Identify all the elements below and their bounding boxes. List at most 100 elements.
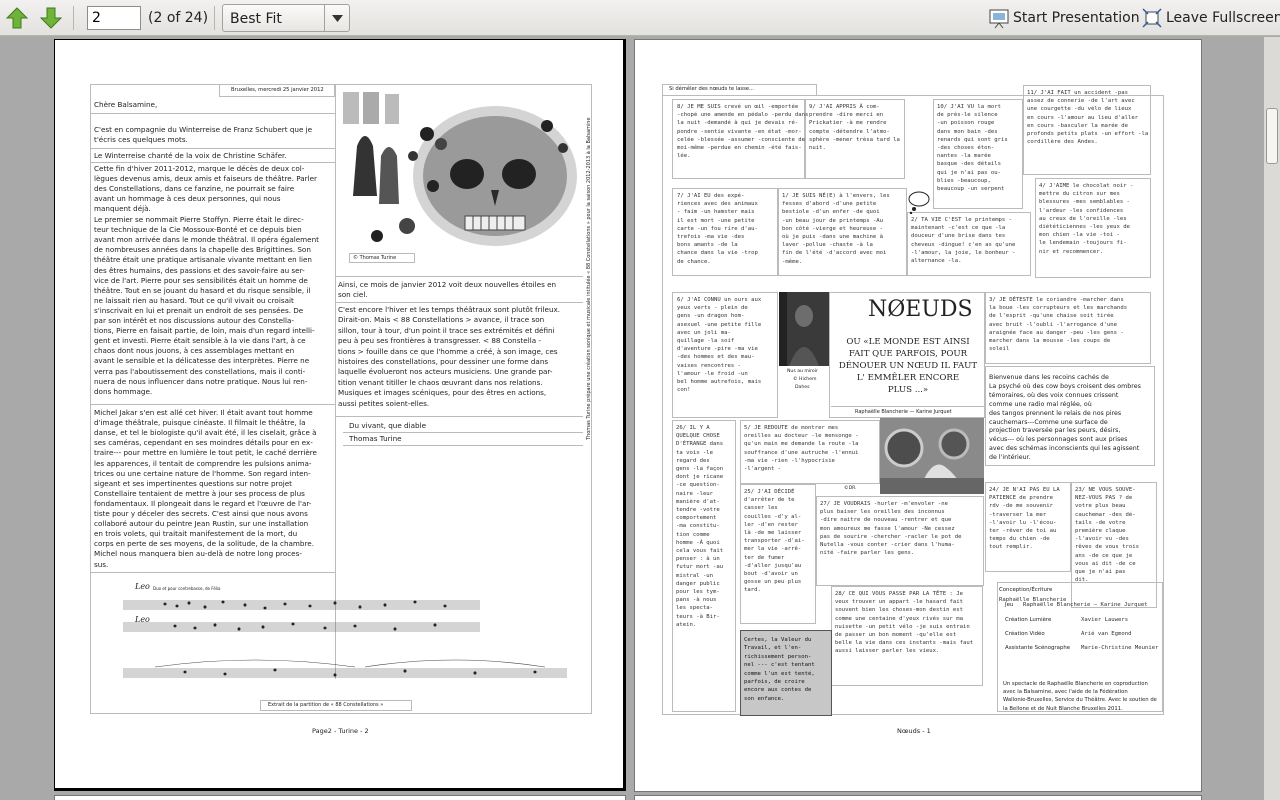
text-line: au creux de l'oreille -les [1039, 215, 1127, 222]
text-line: -chopé une amende en pédalo -perdu dans [677, 112, 809, 119]
leave-fullscreen-button[interactable]: Leave Fullscreen [1141, 5, 1280, 31]
text-line: vous ai dit -de ce [1075, 560, 1136, 567]
text-line: douceur d'une brise dans tes [911, 233, 1006, 240]
zoom-select[interactable]: Best Fit [222, 4, 350, 32]
text-line: ses caméras, cependant en ses moindres d… [94, 438, 313, 448]
text-line: de l'esprit -qu'une chaise soit tirée [989, 313, 1114, 320]
text-line: naire -leur [676, 490, 714, 497]
text-line: QUELQUE CHOSE [676, 433, 720, 440]
text-line: futur mort -au [676, 564, 724, 571]
text-line: d'image théâtrale, puisque cinéaste. Il … [94, 418, 306, 428]
page-footer: Page2 - Turine - 2 [312, 727, 369, 735]
text-line: 28/ CE QUI VOUS PASSE PAR LA TÊTE : Je [835, 591, 963, 597]
text-line: première claque [1075, 528, 1126, 534]
text-line: trices ou une certaine nature de l'homme… [94, 468, 311, 478]
text-line: soleil [989, 346, 1010, 353]
text-line: araignée face au danger -peu -les gens - [989, 329, 1124, 336]
text-line: projection traversée par les peurs, dési… [989, 427, 1121, 435]
text-line: lée. [677, 153, 691, 160]
text-line: C'est encore l'hiver et les temps théâtr… [338, 305, 561, 314]
text-line: richissement person- [744, 653, 812, 660]
paragraph-4-line: son ciel. [338, 290, 368, 299]
text-line: vaises rencontres - [677, 362, 741, 369]
text-line: teurs -à Bir- [676, 613, 720, 620]
text-line: nuit. [809, 145, 826, 151]
text-line: regard des [676, 457, 710, 464]
text-line: tions > fouille dans ce que l'homme a cr… [338, 346, 558, 356]
text-line: carte -un fou rire d'au- [677, 225, 758, 232]
text-line: tion comme [676, 531, 710, 538]
scrollbar-thumb[interactable] [1266, 108, 1278, 164]
text-line: lègues devenus amis, deux amis et faiseu… [94, 174, 317, 184]
text-line: en cours -basculer la marée de [1027, 122, 1129, 129]
go-down-icon[interactable] [38, 6, 64, 30]
text-line: 1/ JE SUIS NÉ(E) à l'envers, les [782, 193, 890, 199]
text-line: couilles -d'y al- [744, 513, 802, 520]
text-line: -un beau jour de printemps -Au [782, 217, 884, 224]
text-line: casser les [744, 505, 778, 512]
text-line: qui je n'ai pas ou- [937, 169, 1001, 176]
text-line: -ma vie -rien -l'hypocrisie [744, 457, 835, 464]
text-line: Michel Jakar s'en est allé cet hiver. Il… [94, 408, 313, 417]
text-line: Prickatier -à me rendre [809, 120, 887, 127]
text-line: -ma constitu- [676, 523, 720, 530]
text-line: yeux verts - plein de [677, 305, 748, 312]
text-line: assez de connerie -de l'art avec [1027, 98, 1135, 105]
page-number-input[interactable] [87, 6, 141, 30]
text-line: en trois volets, qui traitait manifestem… [94, 529, 298, 539]
text-line: Travail, et l'en- [744, 645, 802, 652]
text-line: Wallonie-Bruxelles, Service du Théâtre. … [1003, 697, 1157, 704]
text-line: la boue -les corrupteurs et les marchand… [989, 305, 1128, 312]
zoom-value: Best Fit [230, 11, 282, 27]
intro-line: C'est en compagnie du Winterreise de Fra… [94, 125, 313, 134]
divider [90, 404, 335, 405]
text-line: riences avec des animaux [677, 201, 758, 208]
credit-role: Création Lumière [1005, 617, 1052, 623]
vertical-caption: Thomas Turine prépare une création soniq… [586, 117, 592, 440]
text-line: de près-le silence [937, 112, 998, 119]
text-line: parfois, de croire [744, 679, 805, 685]
text-line: mon amoureux me fasse l'amour -Ne cessez [820, 525, 955, 532]
text-line: NEZ-VOUS PAS ? de [1075, 495, 1133, 502]
text-line: les specta- [676, 605, 714, 612]
document-viewer[interactable]: Bruxelles, mercredi 25 janvier 2012 Chèr… [0, 37, 1280, 800]
text-line: mistral -un [676, 572, 714, 579]
toolbar: (2 of 24) Best Fit Start Presentation Le… [0, 0, 1280, 36]
text-line: ne laissait rien au hasard. Tout ce qu'i… [94, 295, 294, 305]
text-line: -dire naitre de nouveau -rentrer et que [820, 517, 952, 524]
text-line: -même. [782, 258, 803, 265]
text-line: atein. [676, 621, 697, 628]
text-line: une courgette -du vélo de lieux [1027, 106, 1132, 113]
text-line: l'amour -le froid -un [677, 370, 748, 377]
text-line: prendre -dire merci en [809, 112, 884, 119]
dateline: Bruxelles, mercredi 25 janvier 2012 [231, 87, 324, 93]
text-line: sus. [94, 559, 109, 569]
text-line: D'ÉTRANGE dans [676, 441, 724, 448]
text-line: pans -à nous [676, 597, 717, 604]
text-line: Constellaire tentaient de mettre à jour … [94, 488, 305, 498]
text-line: dons hommage. [94, 386, 153, 396]
text-line: Nutella -vous conter -crier dans l'huma- [820, 542, 955, 548]
divider [831, 406, 985, 407]
signature: Thomas Turine [349, 434, 402, 443]
page-count-label: (2 of 24) [148, 10, 209, 26]
text-line: les apparences, il tentait de comprendre… [94, 458, 312, 468]
divider [335, 276, 583, 277]
score-image [105, 583, 567, 692]
document-page-left: Bruxelles, mercredi 25 janvier 2012 Chèr… [54, 39, 626, 791]
text-line: tendre -votre [676, 507, 720, 513]
text-line: cordillère des Andes. [1027, 139, 1098, 146]
text-line: Michel nous manquera bien au-delà de not… [94, 549, 302, 559]
text-line: nuera de nous influencer dans notre prat… [94, 376, 308, 386]
go-up-icon[interactable] [4, 6, 30, 30]
text-line: gens -un dragon hom- [677, 313, 745, 320]
text-line: nir et recommencer. [1039, 248, 1103, 255]
text-line: traire--- pour mettre en lumière le tout… [94, 448, 317, 458]
text-line: ter -rêver de toi au [989, 528, 1057, 534]
text-line: rdv -de me souvenir [989, 503, 1053, 510]
photo-caption: © Hichem [793, 377, 817, 382]
text-line: de nombreuses années dans la chapelle de… [94, 245, 311, 255]
start-presentation-button[interactable]: Start Presentation [986, 5, 1140, 31]
chevron-down-icon[interactable] [324, 5, 349, 31]
text-line: alternance -la. [911, 258, 962, 264]
